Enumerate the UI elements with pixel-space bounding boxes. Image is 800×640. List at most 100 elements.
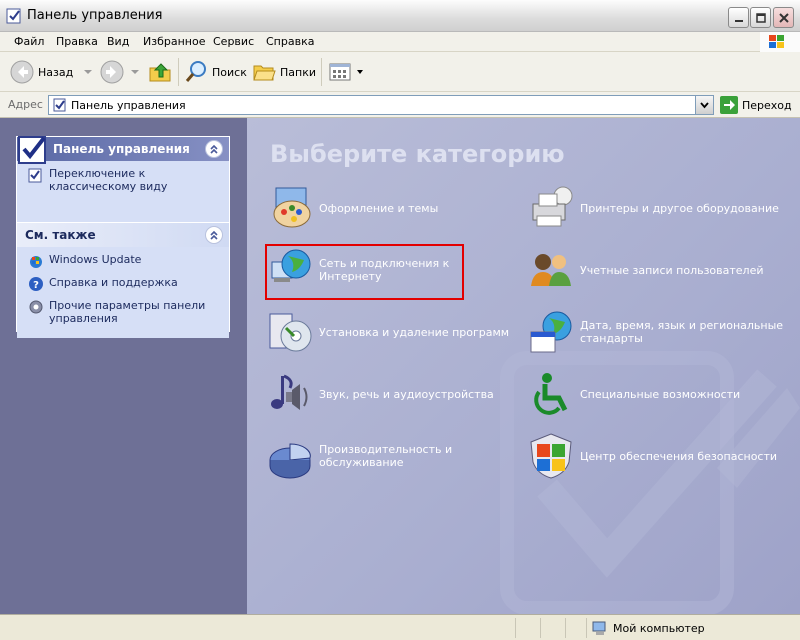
- other-options-link[interactable]: Прочие параметры панели управления: [27, 299, 219, 325]
- windows-update-link[interactable]: Windows Update: [27, 253, 219, 269]
- maximize-icon: [755, 12, 766, 23]
- back-button[interactable]: Назад: [10, 59, 93, 85]
- gear-icon: [29, 300, 43, 314]
- help-support-link[interactable]: ? Справка и поддержка: [27, 276, 219, 292]
- category-security-center[interactable]: Центр обеспечения безопасности: [527, 432, 787, 480]
- menu-favorites[interactable]: Избранное: [143, 35, 205, 48]
- page-heading: Выберите категорию: [270, 140, 565, 168]
- forward-arrow-icon: [100, 60, 124, 84]
- menu-bar: Файл Правка Вид Избранное Сервис Справка: [0, 32, 800, 52]
- category-printers[interactable]: Принтеры и другое оборудование: [527, 184, 787, 232]
- panel-title: Панель управления: [53, 142, 190, 156]
- control-panel-panel: Панель управления Переключение к классич…: [16, 136, 230, 224]
- panel-title: См. также: [25, 228, 96, 242]
- go-arrow-icon: [720, 96, 738, 114]
- maximize-button[interactable]: [750, 7, 771, 28]
- classic-view-icon: [28, 168, 42, 183]
- category-label: Дата, время, язык и региональные стандар…: [580, 319, 784, 345]
- control-panel-icon: [6, 8, 21, 24]
- menu-file[interactable]: Файл: [14, 35, 44, 48]
- up-folder-button[interactable]: [148, 59, 172, 85]
- my-computer-icon: [592, 621, 606, 635]
- switch-classic-view-link[interactable]: Переключение к классическому виду: [27, 167, 219, 193]
- add-remove-icon: [269, 313, 312, 352]
- search-button[interactable]: Поиск: [184, 59, 247, 85]
- status-bar: Мой компьютер: [0, 614, 800, 640]
- appearance-icon: [273, 187, 311, 228]
- svg-text:?: ?: [33, 280, 39, 291]
- views-icon: [329, 63, 351, 81]
- performance-icon: [269, 443, 311, 479]
- see-also-header[interactable]: См. также: [17, 223, 229, 247]
- menu-edit[interactable]: Правка: [56, 35, 98, 48]
- folders-icon: [253, 65, 276, 81]
- link-label: Справка и поддержка: [49, 276, 178, 289]
- control-panel-icon: [18, 136, 46, 164]
- selection-highlight: [265, 244, 464, 300]
- chevron-up-double-icon: [210, 144, 218, 154]
- window-title: Панель управления: [27, 8, 163, 23]
- category-label: Оформление и темы: [319, 201, 439, 215]
- category-label: Учетные записи пользователей: [580, 263, 764, 277]
- address-label: Адрес: [8, 98, 43, 111]
- users-icon: [531, 254, 571, 286]
- status-zone: Мой компьютер: [592, 620, 705, 636]
- category-label: Производительность и обслуживание: [319, 443, 453, 469]
- back-label: Назад: [38, 65, 74, 79]
- go-label: Переход: [742, 98, 792, 112]
- minimize-icon: [734, 19, 743, 22]
- minimize-button[interactable]: [728, 7, 749, 28]
- menu-tools[interactable]: Сервис: [213, 35, 254, 48]
- folders-label: Папки: [280, 65, 316, 79]
- security-shield-icon: [530, 433, 572, 479]
- address-bar: Адрес Панель управления Переход: [0, 92, 800, 118]
- link-label: Windows Update: [49, 253, 142, 266]
- category-users[interactable]: Учетные записи пользователей: [527, 246, 787, 294]
- address-value: Панель управления: [71, 99, 186, 112]
- status-zone-label: Мой компьютер: [613, 621, 705, 635]
- windows-update-icon: [30, 256, 42, 268]
- chevron-down-icon: [131, 70, 139, 74]
- category-sound[interactable]: Звук, речь и аудиоустройства: [266, 370, 506, 418]
- search-label: Поиск: [212, 65, 247, 79]
- title-bar: Панель управления: [0, 0, 800, 32]
- chevron-down-icon: [700, 101, 709, 108]
- folders-button[interactable]: Папки: [252, 59, 316, 85]
- forward-button[interactable]: [100, 59, 140, 85]
- see-also-panel: См. также Windows Update ? Справка и под: [16, 222, 230, 338]
- back-arrow-icon: [10, 60, 34, 84]
- category-label: Принтеры и другое оборудование: [580, 201, 779, 215]
- help-icon: ?: [29, 277, 43, 291]
- category-date-time[interactable]: Дата, время, язык и региональные стандар…: [527, 308, 787, 356]
- category-performance[interactable]: Производительность и обслуживание: [266, 432, 506, 480]
- chevron-up-double-icon: [210, 230, 218, 240]
- search-icon: [185, 61, 206, 82]
- chevron-down-icon: [357, 70, 363, 74]
- category-add-remove[interactable]: Установка и удаление программ: [266, 308, 516, 356]
- menu-view[interactable]: Вид: [107, 35, 129, 48]
- category-label: Центр обеспечения безопасности: [580, 449, 778, 463]
- content-area: Панель управления Переключение к классич…: [0, 118, 800, 614]
- address-input[interactable]: Панель управления: [48, 95, 714, 115]
- collapse-button[interactable]: [205, 226, 223, 244]
- go-button[interactable]: Переход: [720, 96, 792, 114]
- control-panel-icon: [53, 98, 66, 112]
- date-time-icon: [530, 311, 572, 353]
- windows-logo-icon: [760, 32, 800, 52]
- views-button[interactable]: [328, 59, 364, 85]
- up-folder-icon: [149, 63, 171, 82]
- link-label: Переключение к классическому виду: [49, 167, 168, 193]
- category-appearance[interactable]: Оформление и темы: [266, 184, 506, 232]
- toolbar: Назад Поиск Папки: [0, 52, 800, 92]
- accessibility-icon: [534, 373, 568, 415]
- sound-icon: [271, 374, 308, 410]
- category-label: Звук, речь и аудиоустройства: [319, 387, 494, 401]
- close-icon: [778, 12, 789, 23]
- collapse-button[interactable]: [205, 140, 223, 158]
- menu-help[interactable]: Справка: [266, 35, 314, 48]
- close-button[interactable]: [773, 7, 794, 28]
- printer-icon: [532, 186, 573, 227]
- category-accessibility[interactable]: Специальные возможности: [527, 370, 787, 418]
- category-label: Установка и удаление программ: [319, 325, 510, 339]
- address-dropdown-button[interactable]: [695, 96, 713, 114]
